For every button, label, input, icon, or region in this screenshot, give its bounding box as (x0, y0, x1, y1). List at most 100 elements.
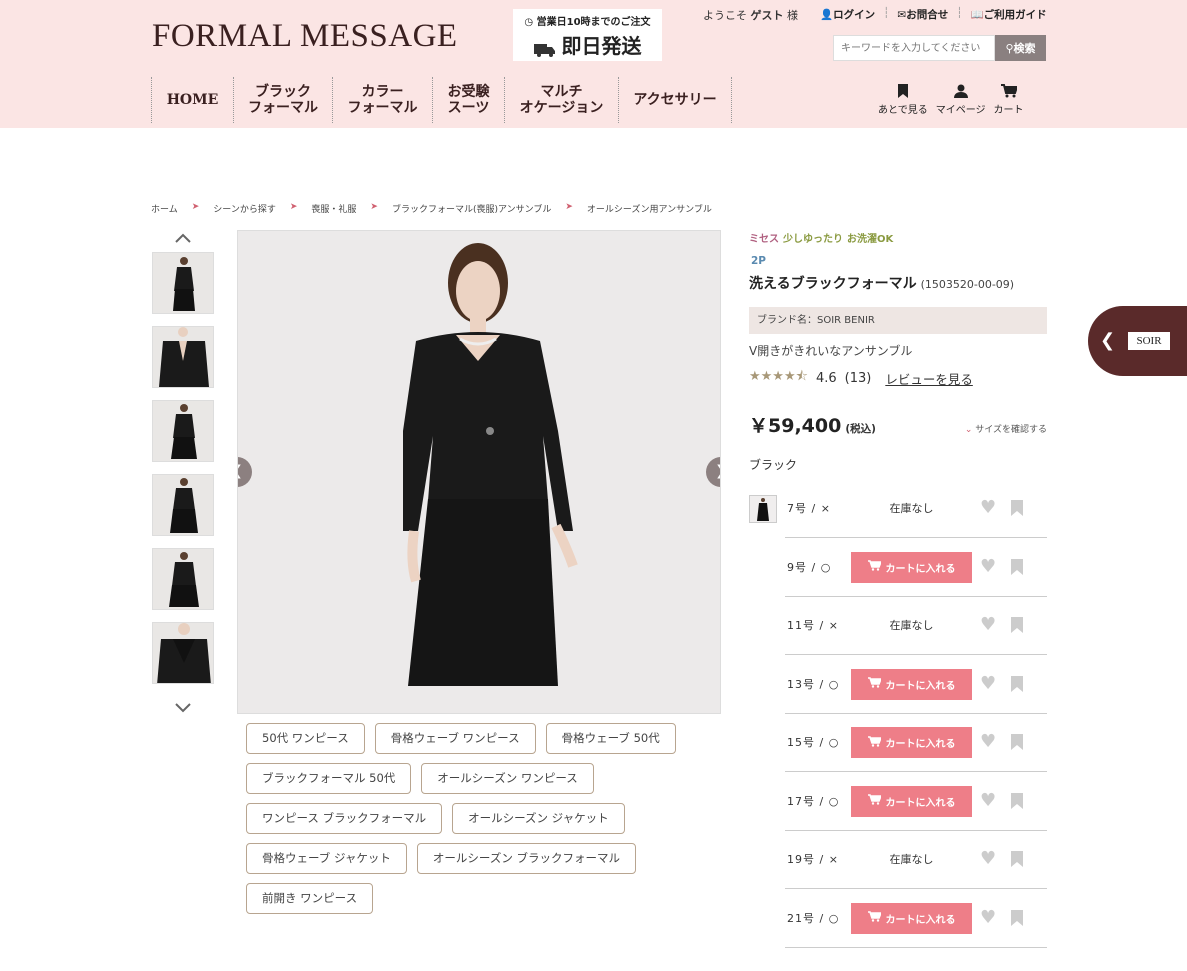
header-icons: あとで見る マイページ カート (878, 84, 1024, 116)
keyword-tag[interactable]: 前開き ワンピース (246, 883, 374, 914)
heart-icon[interactable]: ♥ (980, 557, 996, 576)
breadcrumb-item[interactable]: シーンから探す (213, 202, 276, 215)
brand-name[interactable]: ブランド名：SOIR BENIR (749, 307, 1047, 334)
add-to-cart-button[interactable]: カートに入れる (851, 668, 972, 700)
keyword-tag[interactable]: オールシーズン ジャケット (452, 803, 625, 834)
keyword-tags: 50代 ワンピース 骨格ウェーブ ワンピース 骨格ウェーブ 50代 ブラックフォ… (246, 723, 676, 914)
size-label: 19号 / × (787, 853, 839, 866)
product-info: ミセス 少しゆったり お洗濯OK 2P 洗えるブラックフォーマル (1503520… (749, 230, 1047, 473)
breadcrumb-item[interactable]: ホーム (151, 202, 178, 215)
keyword-tag[interactable]: オールシーズン ワンピース (421, 763, 594, 794)
thumbnail-image[interactable] (152, 400, 214, 462)
star-rating-icon: ★★★★⯪ (749, 369, 808, 384)
login-link[interactable]: 👤ログイン (820, 7, 875, 22)
chevron-left-icon: ❮ (238, 463, 243, 479)
brand-side-panel[interactable]: ❮ SOIR (1088, 306, 1187, 376)
breadcrumb-item[interactable]: 喪服・礼服 (311, 202, 356, 215)
cart-icon (867, 794, 882, 808)
product-code: (1503520-00-09) (920, 278, 1015, 291)
bookmark-icon[interactable] (1011, 909, 1023, 930)
review-count: (13) (844, 370, 872, 386)
size-row: 7号 / × 在庫なし ♥ (785, 480, 1047, 538)
mail-icon: ✉ (897, 9, 907, 21)
search-icon: ⚲ (1005, 42, 1014, 55)
nav-multi-occasion[interactable]: マルチ オケージョン (505, 77, 619, 123)
color-swatch[interactable] (749, 495, 777, 523)
guide-link[interactable]: 📖ご利用ガイド (971, 7, 1047, 22)
add-to-cart-button[interactable]: カートに入れる (851, 727, 972, 758)
nav-color-formal[interactable]: カラー フォーマル (333, 77, 433, 123)
review-link[interactable]: レビューを見る (885, 369, 973, 388)
separator: ┆ (883, 7, 890, 19)
thumb-down-icon[interactable] (152, 698, 214, 713)
book-icon: 📖 (970, 9, 984, 21)
contact-link[interactable]: ✉お問合せ (897, 7, 948, 22)
bookmark-icon[interactable] (1011, 675, 1023, 696)
breadcrumb-arrow-icon: ➤ (191, 202, 200, 212)
keyword-tag[interactable]: オールシーズン ブラックフォーマル (416, 843, 636, 874)
bookmark-icon[interactable] (1011, 617, 1023, 637)
keyword-tag[interactable]: 骨格ウェーブ ジャケット (246, 843, 407, 874)
cart-icon (1000, 84, 1017, 98)
add-to-cart-button[interactable]: カートに入れる (851, 785, 972, 817)
bookmark-icon[interactable] (1011, 558, 1023, 579)
keyword-tag[interactable]: ブラックフォーマル 50代 (246, 763, 412, 794)
breadcrumb-item[interactable]: ブラックフォーマル(喪服)アンサンブル (392, 202, 551, 215)
heart-icon[interactable]: ♥ (980, 850, 996, 868)
cart-link[interactable]: カート (994, 84, 1024, 116)
heart-icon[interactable]: ♥ (980, 791, 996, 810)
size-label: 15号 / ○ (787, 736, 840, 749)
thumbnail-list (152, 228, 214, 713)
product-catchphrase: V開きがきれいなアンサンブル (749, 344, 913, 358)
heart-icon[interactable]: ♥ (980, 674, 996, 693)
bookmark-icon (897, 84, 908, 98)
thumbnail-image[interactable] (152, 622, 214, 684)
bookmark-icon[interactable] (1011, 500, 1023, 520)
breadcrumb-arrow-icon: ➤ (289, 202, 298, 212)
size-label: 7号 / × (787, 502, 831, 515)
site-logo[interactable]: FORMAL MESSAGE (152, 18, 458, 55)
thumbnail-image[interactable] (152, 326, 214, 388)
heart-icon[interactable]: ♥ (980, 499, 996, 517)
shipping-notice-big: 即日発送 (513, 30, 662, 59)
nav-black-formal[interactable]: ブラック フォーマル (234, 77, 333, 123)
bookmark-icon[interactable] (1011, 792, 1023, 813)
later-link[interactable]: あとで見る (878, 84, 928, 116)
cart-icon (867, 677, 882, 691)
add-to-cart-button[interactable]: カートに入れる (851, 551, 972, 583)
thumbnail-image[interactable] (152, 252, 214, 314)
breadcrumb-item[interactable]: オールシーズン用アンサンブル (587, 202, 712, 215)
nav-home[interactable]: HOME (152, 77, 234, 123)
keyword-tag[interactable]: 骨格ウェーブ ワンピース (374, 723, 536, 754)
chevron-left-icon: ❮ (1100, 330, 1116, 351)
same-day-shipping-banner[interactable]: ◷ 営業日10時までのご注文 即日発送 (513, 9, 662, 61)
search-input[interactable] (833, 35, 995, 61)
size-label: 9号 / ○ (787, 560, 832, 574)
nav-exam-suits[interactable]: お受験 スーツ (433, 77, 505, 123)
size-check-link[interactable]: ⌄ サイズを確認する (965, 422, 1047, 435)
price: ￥59,400 (税込) (749, 415, 876, 437)
search-form: ⚲検索 (833, 35, 1046, 61)
add-to-cart-button[interactable]: カートに入れる (851, 902, 972, 934)
mypage-link[interactable]: マイページ (936, 84, 986, 116)
cart-icon (867, 560, 882, 574)
out-of-stock-label: 在庫なし (889, 619, 934, 632)
thumb-up-icon[interactable] (152, 228, 214, 243)
size-label: 21号 / ○ (787, 911, 840, 925)
size-row: 19号 / × 在庫なし ♥ (785, 831, 1047, 889)
search-button[interactable]: ⚲検索 (995, 35, 1046, 61)
heart-icon[interactable]: ♥ (980, 616, 996, 634)
keyword-tag[interactable]: ワンピース ブラックフォーマル (246, 803, 443, 834)
keyword-tag[interactable]: 50代 ワンピース (246, 723, 365, 754)
bookmark-icon[interactable] (1011, 851, 1023, 871)
heart-icon[interactable]: ♥ (980, 908, 996, 927)
heart-icon[interactable]: ♥ (980, 733, 996, 751)
size-row: 15号 / ○ カートに入れる ♥ (785, 714, 1047, 772)
keyword-tag[interactable]: 骨格ウェーブ 50代 (545, 723, 676, 754)
bookmark-icon[interactable] (1011, 734, 1023, 754)
badge-missy: ミセス (749, 234, 779, 245)
size-row: 17号 / ○ カートに入れる ♥ (785, 773, 1047, 831)
thumbnail-image[interactable] (152, 474, 214, 536)
nav-accessories[interactable]: アクセサリー (619, 77, 732, 123)
thumbnail-image[interactable] (152, 548, 214, 610)
